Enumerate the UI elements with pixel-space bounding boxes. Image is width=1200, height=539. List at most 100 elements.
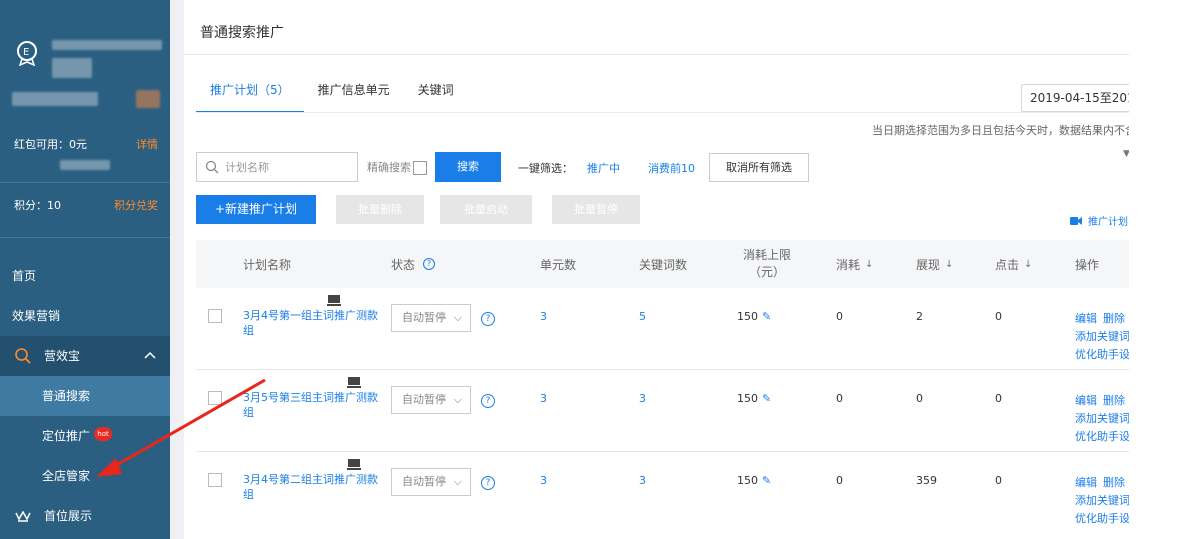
video-tutorial-link[interactable]: 推广计划: [1070, 213, 1128, 228]
delete-link[interactable]: 删除: [1103, 312, 1125, 325]
batch-pause-button[interactable]: 批量暂停: [552, 195, 640, 224]
nav-group-yingxiaobao[interactable]: 营效宝: [0, 336, 170, 376]
plan-name-text: 3月4号第一组主词推广测款组: [243, 309, 378, 337]
redpacket-detail-link[interactable]: 详情: [136, 136, 158, 152]
sort-down-icon[interactable]: ↓: [865, 259, 873, 270]
keywords-link[interactable]: 3: [639, 474, 646, 487]
date-range-picker[interactable]: 2019-04-15至2019-: [1021, 84, 1129, 112]
col-impressions[interactable]: 展现 ↓: [916, 240, 953, 288]
blurred-info: [52, 58, 92, 78]
units-link[interactable]: 3: [540, 474, 547, 487]
add-keyword-link[interactable]: 添加关键词: [1075, 328, 1129, 346]
status-select[interactable]: 自动暂停 ⌵: [391, 468, 471, 496]
blurred-shop-name: [52, 40, 162, 50]
status-select[interactable]: 自动暂停 ⌵: [391, 304, 471, 332]
col-cost[interactable]: 消耗 ↓: [836, 240, 873, 288]
edit-pencil-icon[interactable]: ✎: [762, 392, 771, 405]
tab-plans[interactable]: 推广计划（5）: [196, 70, 304, 113]
search-field[interactable]: [196, 152, 358, 182]
table-row: 3月4号第一组主词推广测款组 自动暂停 ⌵ ? 3 5 150 ✎ 0 2 0 编辑…: [196, 288, 1129, 370]
impressions-cell: 0: [916, 392, 923, 405]
points-label: 积分：10: [14, 199, 61, 212]
edit-pencil-icon[interactable]: ✎: [762, 310, 771, 323]
nav-home[interactable]: 首页: [0, 256, 170, 296]
plan-name-link[interactable]: 3月4号第二组主词推广测款组: [243, 459, 383, 502]
new-plan-button[interactable]: +新建推广计划: [196, 195, 316, 224]
units-link[interactable]: 3: [540, 310, 547, 323]
crown-icon: [15, 510, 31, 522]
divider: [0, 237, 170, 238]
plan-name-link[interactable]: 3月5号第三组主词推广测款组: [243, 377, 383, 420]
impressions-cell: 359: [916, 474, 937, 487]
blurred-text: [60, 160, 110, 170]
plan-name-text: 3月5号第三组主词推广测款组: [243, 391, 378, 419]
nav-normal-search[interactable]: 普通搜索: [0, 376, 170, 416]
col-clicks[interactable]: 点击 ↓: [995, 240, 1032, 288]
divider: [196, 112, 1129, 113]
clear-filters-button[interactable]: 取消所有筛选: [709, 153, 809, 182]
exact-search-checkbox[interactable]: [413, 161, 427, 175]
status-select[interactable]: 自动暂停 ⌵: [391, 386, 471, 414]
hot-badge: hot: [94, 426, 113, 441]
chevron-up-icon[interactable]: [144, 350, 156, 362]
col-status-label: 状态: [391, 257, 416, 272]
sort-down-icon[interactable]: ↓: [1024, 259, 1032, 270]
col-clicks-label: 点击: [995, 257, 1020, 272]
add-keyword-link[interactable]: 添加关键词: [1075, 492, 1129, 510]
plan-name-link[interactable]: 3月4号第一组主词推广测款组: [243, 295, 383, 338]
edit-link[interactable]: 编辑: [1075, 394, 1097, 407]
search-input[interactable]: [225, 160, 345, 174]
nav-marketing[interactable]: 效果营销: [0, 296, 170, 336]
row-checkbox[interactable]: [208, 391, 222, 405]
video-link-label: 推广计划: [1088, 217, 1128, 228]
limit-cell: 150 ✎: [737, 392, 771, 405]
help-icon[interactable]: ?: [481, 394, 495, 408]
optimize-link[interactable]: 优化助手设: [1075, 510, 1129, 528]
delete-link[interactable]: 删除: [1103, 394, 1125, 407]
filter-promoting-link[interactable]: 推广中: [587, 160, 620, 176]
col-ops: 操作: [1075, 257, 1100, 272]
help-icon[interactable]: ?: [481, 476, 495, 490]
row-checkbox[interactable]: [208, 473, 222, 487]
tab-keywords[interactable]: 关键词: [404, 70, 468, 113]
col-name: 计划名称: [243, 257, 292, 272]
keywords-link[interactable]: 5: [639, 310, 646, 323]
status-value: 自动暂停: [402, 311, 446, 324]
caret-down-icon[interactable]: ▼: [1123, 149, 1129, 159]
edit-link[interactable]: 编辑: [1075, 312, 1097, 325]
limit-value: 150: [737, 474, 758, 487]
optimize-link[interactable]: 优化助手设: [1075, 428, 1129, 446]
tab-bar: 推广计划（5） 推广信息单元 关键词: [196, 70, 468, 113]
row-checkbox[interactable]: [208, 309, 222, 323]
tab-units[interactable]: 推广信息单元: [304, 70, 404, 113]
batch-delete-button[interactable]: 批量删除: [336, 195, 424, 224]
points-redeem-link[interactable]: 积分兑奖: [114, 197, 158, 213]
shop-badge-icon: E: [17, 41, 37, 66]
cost-cell: 0: [836, 474, 843, 487]
search-button[interactable]: 搜索: [435, 152, 501, 182]
clicks-cell: 0: [995, 392, 1002, 405]
blurred-balance: [12, 92, 98, 106]
col-keywords: 关键词数: [639, 257, 688, 272]
delete-link[interactable]: 删除: [1103, 476, 1125, 489]
keywords-link[interactable]: 3: [639, 392, 646, 405]
row-actions: 编辑 删除 添加关键词 优化助手设: [1075, 392, 1129, 446]
units-link[interactable]: 3: [540, 392, 547, 405]
help-icon[interactable]: ?: [423, 258, 436, 270]
search-icon: [205, 160, 219, 174]
edit-link[interactable]: 编辑: [1075, 476, 1097, 489]
batch-start-button[interactable]: 批量启动: [440, 195, 532, 224]
nav-location-promo[interactable]: 定位推广 hot: [0, 416, 170, 456]
optimize-link[interactable]: 优化助手设: [1075, 346, 1129, 364]
add-keyword-link[interactable]: 添加关键词: [1075, 410, 1129, 428]
sort-down-icon[interactable]: ↓: [945, 259, 953, 270]
video-icon: [1070, 216, 1082, 225]
sidebar: E 红包可用：0元 详情 积分：10 积分兑奖 首页 效果营销 营效宝 普通搜索…: [0, 0, 170, 539]
edit-pencil-icon[interactable]: ✎: [762, 474, 771, 487]
nav-group-label: 营效宝: [44, 349, 81, 363]
page-margin: [1129, 0, 1200, 539]
nav-store-manager[interactable]: 全店管家: [0, 456, 170, 496]
filter-top-spend-link[interactable]: 消费前10: [648, 160, 695, 176]
nav-top-display[interactable]: 首位展示: [0, 496, 170, 536]
help-icon[interactable]: ?: [481, 312, 495, 326]
